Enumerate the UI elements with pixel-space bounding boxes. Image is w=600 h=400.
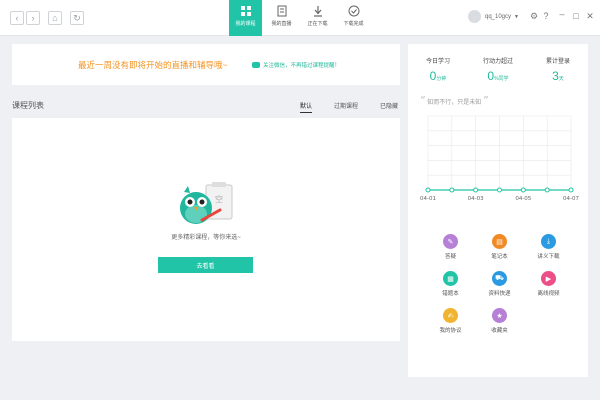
- feature-label: 资料快递: [488, 291, 511, 297]
- grid-icon: [240, 6, 251, 16]
- feature-download-doc[interactable]: ⤓ 讲义下载: [524, 234, 573, 260]
- course-panel: 空 更多精彩课程，等你来选~ 去看看: [12, 118, 400, 341]
- feature-favorites[interactable]: ★ 收藏夹: [475, 308, 524, 334]
- empty-tag: 空: [215, 194, 223, 204]
- quote-close-icon: ”: [482, 94, 489, 107]
- main-tabs: 我的课程 我的直播 正在下载 下载完成: [229, 0, 373, 36]
- document-icon: [277, 5, 286, 17]
- tab-label: 正在下载: [307, 21, 328, 27]
- stat-unit: %同学: [494, 76, 509, 82]
- chart-point: [497, 187, 502, 193]
- chart-tick-label: 04-03: [468, 196, 484, 202]
- stats-row: 今日学习 0分钟 行动力超过 0%同学 累计登录 3天: [408, 56, 588, 83]
- help-icon[interactable]: ?: [540, 11, 552, 21]
- close-button[interactable]: ✕: [584, 11, 596, 22]
- wechat-subscribe-link[interactable]: 关注微信，不再错过课程提醒！: [252, 61, 340, 69]
- agreement-icon: ✍: [443, 308, 458, 323]
- chart-point: [473, 187, 479, 193]
- feature-notebook[interactable]: ▤ 笔记本: [475, 234, 524, 260]
- feature-agreement[interactable]: ✍ 我的协议: [426, 308, 475, 334]
- wrong-book-icon: ▦: [443, 271, 458, 286]
- wechat-icon: [252, 62, 260, 68]
- minimize-button[interactable]: –: [556, 9, 568, 19]
- study-chart: 04-01 04-03 04-05 04-07: [420, 115, 579, 202]
- chart-point: [520, 187, 526, 193]
- feature-video[interactable]: ▶ 离线视频: [524, 271, 573, 297]
- chart-tick-label: 04-05: [515, 196, 531, 202]
- feature-label: 错题本: [442, 291, 459, 297]
- feature-chat[interactable]: ✎ 答疑: [426, 234, 475, 260]
- filter-expired[interactable]: 过期课程: [334, 101, 358, 113]
- chart-tick-label: 04-01: [420, 196, 436, 202]
- quote-open-icon: “: [420, 94, 426, 107]
- chart-point: [568, 187, 574, 193]
- tab-label: 我的课程: [235, 21, 256, 27]
- empty-bird-illustration: 空: [180, 182, 233, 224]
- chart-point: [449, 187, 455, 193]
- tab-label: 下载完成: [343, 21, 364, 27]
- stat-unit: 天: [558, 76, 564, 82]
- empty-message: 更多精彩课程，等你来选~: [171, 235, 241, 241]
- feature-grid: ✎ 答疑 ▤ 笔记本 ⤓ 讲义下载 ▦ 错题本 ⛟ 资料快递 ▶ 离线视频 ✍ 我的协议 ★ 收藏夹: [426, 234, 574, 345]
- notice-text: 最近一周没有即将开始的直播和辅导哦~: [78, 60, 228, 70]
- course-list-title: 课程列表: [12, 101, 44, 110]
- video-icon: ▶: [541, 271, 556, 286]
- stat-label: 今日学习: [425, 59, 450, 65]
- notice-banner: 最近一周没有即将开始的直播和辅导哦~ 关注微信，不再错过课程提醒！: [12, 44, 400, 85]
- forward-button[interactable]: ›: [26, 11, 40, 25]
- truck-icon: ⛟: [492, 271, 507, 286]
- feature-label: 讲义下载: [537, 254, 560, 260]
- stat-total-login: 累计登录 3天: [528, 56, 588, 83]
- tab-my-live[interactable]: 我的直播: [265, 0, 298, 36]
- feature-label: 笔记本: [491, 254, 508, 260]
- chart-point: [544, 187, 550, 193]
- tab-downloading[interactable]: 正在下载: [301, 0, 334, 36]
- feature-label: 我的协议: [439, 328, 462, 334]
- home-button[interactable]: ⌂: [48, 11, 62, 25]
- download-doc-icon: ⤓: [541, 234, 556, 249]
- side-panel: 今日学习 0分钟 行动力超过 0%同学 累计登录 3天 “ 知而不行，只是未知 …: [408, 44, 588, 377]
- stat-value: 3: [552, 69, 559, 83]
- feature-truck[interactable]: ⛟ 资料快递: [475, 271, 524, 297]
- chart-tick-label: 04-07: [563, 196, 579, 202]
- stat-label: 累计登录: [545, 59, 570, 65]
- back-button[interactable]: ‹: [10, 11, 24, 25]
- stat-action-power: 行动力超过 0%同学: [468, 56, 528, 83]
- feature-label: 离线视频: [537, 291, 560, 297]
- feature-wrong-book[interactable]: ▦ 错题本: [426, 271, 475, 297]
- tab-download-complete[interactable]: 下载完成: [337, 0, 370, 36]
- feature-row: ▦ 错题本 ⛟ 资料快递 ▶ 离线视频: [426, 271, 574, 297]
- notebook-icon: ▤: [492, 234, 507, 249]
- filter-hidden[interactable]: 已隐藏: [380, 101, 398, 113]
- subscribe-text: 关注微信，不再错过课程提醒！: [263, 63, 341, 69]
- stat-unit: 分钟: [436, 76, 447, 82]
- chevron-down-icon: ▼: [514, 13, 519, 20]
- feature-row: ✎ 答疑 ▤ 笔记本 ⤓ 讲义下载: [426, 234, 574, 260]
- chart-point: [425, 187, 431, 193]
- feature-label: 答疑: [444, 254, 456, 260]
- tab-label: 我的直播: [271, 21, 292, 27]
- favorites-icon: ★: [492, 308, 507, 323]
- quote-text: 知而不行，只是未知: [427, 100, 482, 106]
- browse-courses-button[interactable]: 去看看: [158, 257, 253, 273]
- feature-label: 收藏夹: [491, 328, 508, 334]
- motto-quote: “ 知而不行，只是未知 ”: [420, 94, 489, 107]
- top-bar: ‹ › ⌂ ↻ 我的课程 我的直播 正在下载 下载完成 qq_10gcy ▼ ⚙…: [0, 0, 600, 36]
- chat-icon: ✎: [443, 234, 458, 249]
- settings-icon[interactable]: ⚙: [528, 11, 540, 22]
- maximize-button[interactable]: □: [570, 11, 582, 21]
- user-menu[interactable]: qq_10gcy ▼: [468, 10, 519, 23]
- tab-my-courses[interactable]: 我的课程: [229, 0, 262, 36]
- download-icon: [313, 6, 322, 17]
- stat-label: 行动力超过: [482, 59, 513, 65]
- check-icon: [348, 5, 359, 17]
- filter-default[interactable]: 默认: [300, 101, 313, 113]
- avatar: [468, 10, 481, 23]
- username: qq_10gcy: [485, 13, 512, 20]
- refresh-button[interactable]: ↻: [70, 11, 84, 25]
- feature-row: ✍ 我的协议 ★ 收藏夹: [426, 308, 574, 334]
- course-filters: 默认 过期课程 已隐藏: [300, 101, 420, 113]
- stat-today-study: 今日学习 0分钟: [408, 56, 468, 83]
